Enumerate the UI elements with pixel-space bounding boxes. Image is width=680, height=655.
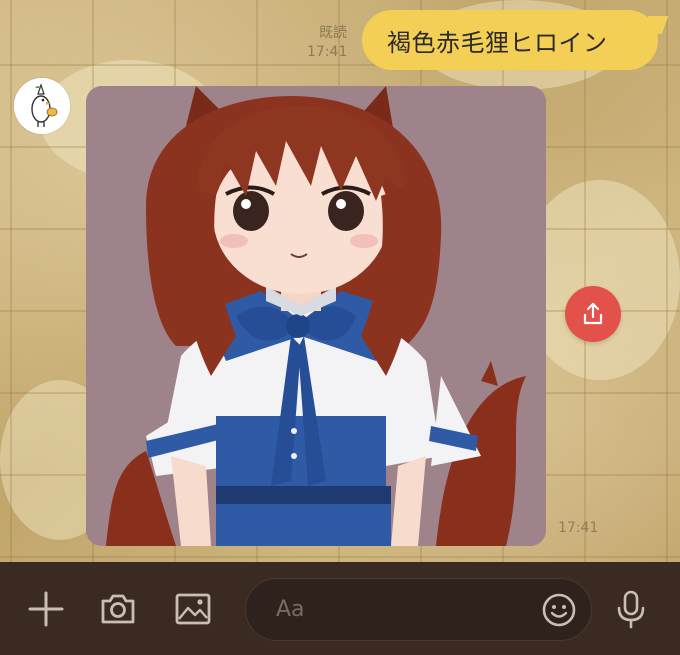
plus-icon [28,591,64,627]
microphone-icon [617,590,645,629]
received-image[interactable] [86,86,546,546]
sent-message-text: 褐色赤毛狸ヒロイン [387,28,608,57]
anime-girl-illustration [86,86,546,546]
message-placeholder: Aa [276,597,305,622]
sent-timestamp: 17:41 [307,44,348,60]
bird-mascot-icon [14,78,70,134]
gallery-button[interactable] [170,584,216,634]
emoji-icon [542,593,576,627]
read-receipt: 既読 [319,25,347,41]
camera-button[interactable] [95,584,141,634]
share-icon [583,302,603,325]
camera-icon [101,594,135,624]
image-icon [175,593,211,625]
sent-message-bubble[interactable]: 褐色赤毛狸ヒロイン [362,10,669,70]
emoji-button[interactable] [539,590,579,630]
share-button[interactable] [565,286,621,342]
image-timestamp: 17:41 [558,520,599,536]
avatar[interactable] [14,78,70,134]
add-button[interactable] [23,584,69,634]
voice-button[interactable] [608,584,654,634]
